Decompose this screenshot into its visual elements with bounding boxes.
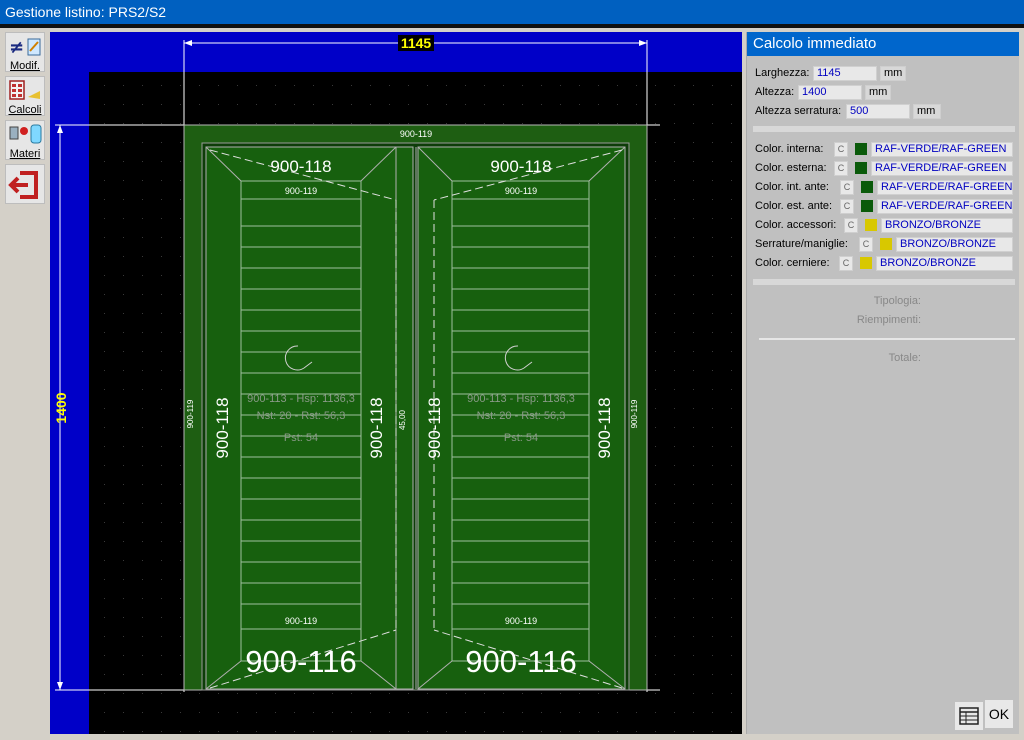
color-swatch-0 (855, 143, 867, 155)
right-bottom-code: 900-116 (465, 644, 576, 679)
left-toolbar: ≠ Modif. Calcoli Materi (0, 28, 48, 740)
height-label: Altezza: (755, 86, 795, 98)
panel-divider (759, 338, 1015, 340)
calc-panel: Calcolo immediato Larghezza: 1145 mm Alt… (746, 32, 1019, 734)
title-separator (0, 24, 1024, 28)
color-value-4[interactable]: BRONZO/BRONZE (881, 218, 1013, 233)
color-swatch-3 (861, 200, 873, 212)
left-side-code: 900-118 (213, 397, 232, 458)
materials-label: Materi (9, 148, 41, 160)
left-right-side-code: 900-118 (367, 397, 386, 458)
fillings-label: Riempimenti: (856, 314, 921, 326)
right-info-line3: Pst: 54 (504, 432, 538, 444)
color-label-3: Color. est. ante: (755, 200, 833, 212)
frame-left-code: 900-119 (186, 399, 195, 428)
color-swatch-4 (865, 219, 877, 231)
panel-separator-2 (753, 279, 1015, 285)
typology-label: Tipologia: (873, 295, 921, 307)
color-value-2[interactable]: RAF-VERDE/RAF-GREEN (877, 180, 1013, 195)
left-info-line1: 900-113 - Hsp: 1136,3 (247, 393, 355, 405)
total-label: Totale: (888, 352, 921, 364)
color-label-5: Serrature/maniglie: (755, 238, 848, 250)
color-value-0[interactable]: RAF-VERDE/RAF-GREEN (871, 142, 1013, 157)
color-btn-6[interactable]: C (839, 256, 853, 271)
frame-right-code: 900-119 (630, 399, 639, 428)
height-unit: mm (865, 85, 891, 100)
modify-button[interactable]: ≠ Modif. (5, 32, 45, 72)
frame-top-code: 900-119 (400, 129, 432, 139)
color-swatch-5 (880, 238, 892, 250)
color-label-4: Color. accessori: (755, 219, 837, 231)
color-value-6[interactable]: BRONZO/BRONZE (876, 256, 1013, 271)
right-inner-bottom-code: 900-119 (505, 616, 537, 626)
color-swatch-2 (861, 181, 873, 193)
center-dimension: 45,00 (398, 409, 407, 430)
window-title: Gestione listino: PRS2/S2 (0, 0, 1024, 24)
svg-text:≠: ≠ (9, 37, 24, 58)
table-button[interactable] (955, 702, 983, 730)
color-btn-4[interactable]: C (844, 218, 858, 233)
color-value-5[interactable]: BRONZO/BRONZE (896, 237, 1013, 252)
right-inner-top-code: 900-119 (505, 186, 537, 196)
height-input[interactable]: 1400 (798, 85, 862, 100)
color-label-1: Color. esterna: (755, 162, 827, 174)
color-value-1[interactable]: RAF-VERDE/RAF-GREEN (871, 161, 1013, 176)
right-side-code: 900-118 (595, 397, 614, 458)
color-btn-2[interactable]: C (840, 180, 854, 195)
lock-height-unit: mm (913, 104, 941, 119)
color-label-2: Color. int. ante: (755, 181, 829, 193)
panel-separator-1 (753, 126, 1015, 132)
width-dimension: 1145 (401, 35, 432, 51)
right-info-line2: Nst: 20 - Rst: 56,3 (477, 410, 566, 422)
ok-button[interactable]: OK (985, 700, 1013, 728)
color-swatch-6 (860, 257, 872, 269)
height-dimension: 1400 (53, 392, 69, 423)
left-leaf[interactable]: 900-118 900-119 900-118 900-118 900-113 … (205, 146, 414, 690)
drawing-canvas[interactable]: 1145 1400 900-119 900-119 900-119 900-11… (50, 32, 742, 734)
table-icon (959, 707, 979, 725)
modify-label: Modif. (10, 60, 40, 72)
panel-title: Calcolo immediato (747, 32, 1019, 56)
left-inner-bottom-code: 900-119 (285, 616, 317, 626)
color-value-3[interactable]: RAF-VERDE/RAF-GREEN (877, 199, 1013, 214)
left-info-line3: Pst: 54 (284, 432, 318, 444)
left-info-line2: Nst: 20 - Rst: 56,3 (257, 410, 346, 422)
right-leaf[interactable]: 900-118 900-119 900-118 900-118 900-113 … (417, 146, 626, 690)
width-unit: mm (880, 66, 906, 81)
right-left-side-code: 900-118 (425, 397, 444, 458)
calc-button[interactable]: Calcoli (5, 76, 45, 116)
right-top-code: 900-118 (490, 157, 551, 176)
color-btn-0[interactable]: C (834, 142, 848, 157)
color-btn-3[interactable]: C (840, 199, 854, 214)
left-bottom-code: 900-116 (245, 644, 356, 679)
color-btn-1[interactable]: C (834, 161, 848, 176)
color-label-0: Color. interna: (755, 143, 824, 155)
color-label-6: Color. cerniere: (755, 257, 830, 269)
lock-height-input[interactable]: 500 (846, 104, 910, 119)
left-top-code: 900-118 (270, 157, 331, 176)
right-info-line1: 900-113 - Hsp: 1136,3 (467, 393, 575, 405)
color-btn-5[interactable]: C (859, 237, 873, 252)
left-inner-top-code: 900-119 (285, 186, 317, 196)
exit-button[interactable] (5, 164, 45, 204)
materials-button[interactable]: Materi (5, 120, 45, 160)
calc-label: Calcoli (8, 104, 42, 116)
width-input[interactable]: 1145 (813, 66, 877, 81)
exit-icon (8, 171, 38, 199)
width-label: Larghezza: (755, 67, 810, 79)
color-swatch-1 (855, 162, 867, 174)
lock-height-label: Altezza serratura: (755, 105, 842, 117)
